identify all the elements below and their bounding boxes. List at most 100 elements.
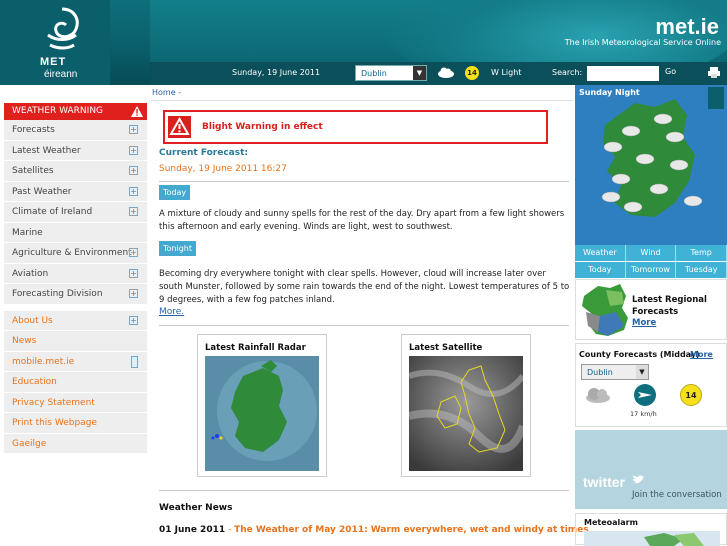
nav-item-agriculture[interactable]: Agriculture & Environment + — [4, 243, 147, 264]
expand-plus-icon[interactable]: + — [129, 166, 138, 175]
tab-weather[interactable]: Weather — [575, 245, 626, 261]
tab-today[interactable]: Today — [575, 262, 626, 278]
nav-label: Forecasts — [12, 125, 55, 135]
expand-plus-icon[interactable]: + — [129, 289, 138, 298]
city-select[interactable]: Dublin ▼ — [355, 65, 427, 81]
expand-plus-icon[interactable]: + — [129, 207, 138, 216]
tab-wind[interactable]: Wind — [626, 245, 677, 261]
temperature-sun-icon: 14 — [465, 66, 479, 80]
rainfall-radar-map[interactable] — [205, 356, 319, 471]
county-wind-speed: 17 km/h — [630, 410, 657, 418]
tab-temp[interactable]: Temp — [676, 245, 727, 261]
nav-label: Latest Weather — [12, 145, 81, 156]
map-day-tabs: Today Tomorrow Tuesday — [575, 262, 727, 278]
expand-plus-icon[interactable]: + — [129, 125, 138, 134]
news-headline-link[interactable]: The Weather of May 2011: Warm everywhere… — [234, 525, 589, 535]
search-input[interactable] — [587, 66, 659, 81]
current-forecast-title: Current Forecast: — [159, 148, 249, 158]
nav-label: Marine — [12, 227, 43, 238]
forecast-more-link[interactable]: More. — [159, 307, 184, 317]
chevron-down-icon[interactable]: ▼ — [636, 365, 648, 379]
county-city-value: Dublin — [587, 368, 613, 377]
wind-status: W Light — [491, 68, 522, 77]
cloud-icon — [438, 67, 454, 78]
warning-triangle-icon — [168, 116, 191, 138]
satellite-title: Latest Satellite — [409, 343, 483, 353]
nav-item-past-weather[interactable]: Past Weather + — [4, 181, 147, 202]
warning-triangle-icon — [131, 106, 143, 117]
left-navigation: WEATHER WARNING Forecasts + Latest Weathe… — [4, 103, 147, 454]
cloud-icon — [586, 388, 610, 403]
nav-label: News — [12, 336, 37, 346]
breadcrumb[interactable]: Home - — [151, 88, 573, 101]
nav-item-latest-weather[interactable]: Latest Weather + — [4, 140, 147, 161]
tonight-tag: Tonight — [159, 241, 196, 256]
nav-label: Gaeilge — [12, 438, 47, 449]
nav-item-forecasts[interactable]: Forecasts + — [4, 120, 147, 141]
meteoalarm-map — [584, 531, 720, 546]
nav-item-privacy[interactable]: Privacy Statement — [4, 392, 147, 413]
print-icon[interactable] — [708, 67, 720, 78]
nav-item-print[interactable]: Print this Webpage — [4, 413, 147, 434]
satellite-map[interactable] — [409, 356, 523, 471]
expand-plus-icon[interactable]: + — [129, 248, 138, 257]
current-date: Sunday, 19 June 2011 — [232, 68, 321, 77]
divider — [159, 181, 569, 182]
met-eireann-logo-icon[interactable] — [40, 5, 84, 55]
meteoalarm-box[interactable]: Meteoalarm — [575, 513, 727, 546]
regional-forecasts-box[interactable]: Latest Regional Forecasts More — [575, 279, 727, 340]
satellite-card[interactable]: Latest Satellite — [401, 334, 531, 477]
expand-plus-icon[interactable]: + — [129, 268, 138, 278]
warning-banner[interactable]: Blight Warning in effect — [163, 110, 548, 144]
chevron-down-icon[interactable]: ▼ — [413, 66, 426, 80]
regional-more-link[interactable]: More — [632, 318, 656, 328]
nav-label: Privacy Statement — [12, 397, 95, 408]
nav-item-forecasting-division[interactable]: Forecasting Division + — [4, 284, 147, 305]
weather-news-title: Weather News — [159, 503, 233, 513]
mobile-phone-icon — [131, 355, 138, 368]
search-label: Search: — [552, 68, 583, 77]
nav-item-news[interactable]: News — [4, 331, 147, 352]
radar-title: Latest Rainfall Radar — [205, 343, 306, 353]
nav-item-satellites[interactable]: Satellites + — [4, 161, 147, 182]
nav-item-aviation[interactable]: Aviation + — [4, 263, 147, 284]
expand-plus-icon[interactable]: + — [129, 186, 138, 196]
nav-item-gaeilge[interactable]: Gaeilge — [4, 433, 147, 454]
meteoalarm-title: Meteoalarm — [584, 518, 638, 527]
county-more-link[interactable]: More — [690, 350, 713, 359]
nav-label: Print this Webpage — [12, 418, 97, 428]
news-date: 01 June 2011 — [159, 525, 226, 535]
nav-label: Satellites — [12, 166, 54, 176]
expand-plus-icon[interactable]: + — [129, 145, 138, 155]
sunday-night-map-panel[interactable]: Sunday Night — [575, 85, 727, 245]
search-go-button[interactable]: Go — [665, 67, 676, 76]
weather-warning-label: WEATHER WARNING — [12, 106, 104, 116]
tab-tuesday[interactable]: Tuesday — [676, 262, 727, 278]
county-forecasts-title: County Forecasts (Midday) — [579, 350, 700, 359]
nav-item-education[interactable]: Education — [4, 372, 147, 393]
divider — [159, 490, 569, 491]
nav-label: Forecasting Division — [12, 289, 103, 299]
rainfall-radar-card[interactable]: Latest Rainfall Radar — [197, 334, 327, 477]
map-type-tabs: Weather Wind Temp — [575, 245, 727, 261]
news-separator: - — [225, 525, 235, 535]
nav-item-about-us[interactable]: About Us + — [4, 310, 147, 331]
warning-banner-text: Blight Warning in effect — [202, 122, 323, 132]
nav-item-mobile[interactable]: mobile.met.ie — [4, 351, 147, 372]
county-city-select[interactable]: Dublin ▼ — [581, 364, 649, 380]
weather-warning-header[interactable]: WEATHER WARNING — [4, 103, 147, 120]
expand-plus-icon[interactable]: + — [129, 315, 138, 325]
nav-label: mobile.met.ie — [12, 356, 75, 367]
twitter-bird-icon — [632, 475, 645, 484]
ireland-weather-map[interactable] — [575, 85, 727, 245]
site-title: met.ie — [655, 14, 719, 39]
twitter-box[interactable]: twitter Join the conversation — [575, 430, 727, 509]
tab-tomorrow[interactable]: Tomorrow — [626, 262, 677, 278]
nav-item-climate[interactable]: Climate of Ireland + — [4, 202, 147, 223]
nav-item-marine[interactable]: Marine — [4, 222, 147, 243]
site-tagline: The Irish Meteorological Service Online — [564, 38, 721, 47]
twitter-logo-text: twitter — [583, 474, 625, 490]
nav-label: Aviation — [12, 268, 49, 279]
nav-label: Education — [12, 377, 57, 387]
news-item[interactable]: 01 June 2011 - The Weather of May 2011: … — [159, 525, 589, 535]
